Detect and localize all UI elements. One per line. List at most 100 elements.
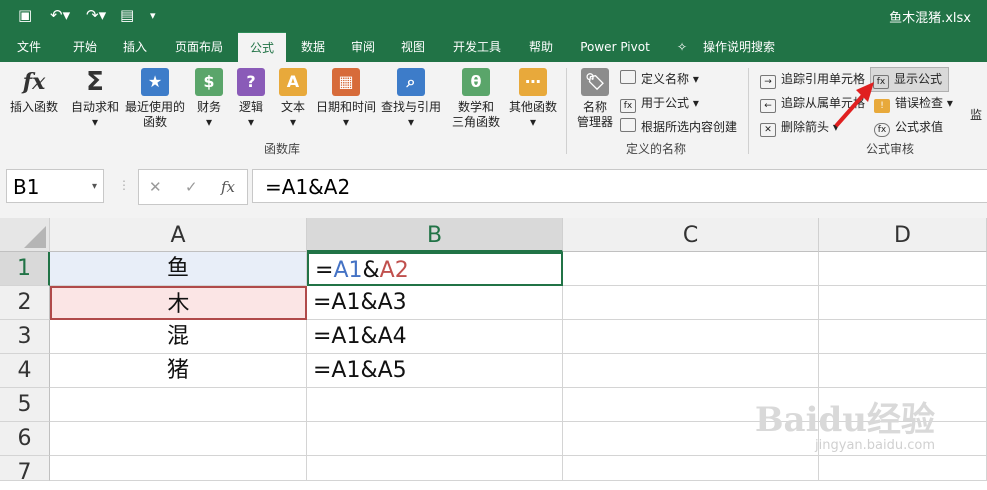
use-in-formula-icon: fx	[620, 99, 636, 113]
row-header[interactable]: 4	[0, 354, 50, 388]
row-header[interactable]: 1	[0, 252, 50, 286]
title-bar: ▣ ↶▾ ↷▾ ▤ ▾ 鱼木混猪.xlsx	[0, 0, 987, 32]
tab-power-pivot[interactable]: Power Pivot	[574, 32, 656, 62]
tab-file[interactable]: 文件	[6, 32, 52, 62]
more-functions-icon: ⋯	[519, 68, 547, 96]
define-name-icon	[620, 70, 636, 84]
financial-button[interactable]: $ 财务 ▾	[190, 68, 228, 130]
row-header[interactable]: 5	[0, 388, 50, 422]
create-from-selection-button[interactable]: 根据所选内容创建	[620, 118, 737, 135]
cell-a4[interactable]: 猪	[50, 354, 307, 388]
select-all-corner[interactable]	[0, 218, 50, 252]
column-header-c[interactable]: C	[563, 218, 819, 252]
formula-bar: B1 ▾ ⋮ ✕ ✓ fx =A1&A2	[0, 158, 987, 218]
formula-bar-grip-icon: ⋮	[118, 178, 130, 192]
remove-arrows-button[interactable]: ✕ 删除箭头 ▾	[760, 118, 839, 137]
cell[interactable]	[819, 320, 987, 354]
tab-help[interactable]: 帮助	[518, 32, 564, 62]
red-arrow-annotation	[834, 82, 874, 128]
cell-b1-active[interactable]: =A1&A2	[307, 252, 563, 286]
cell[interactable]	[563, 320, 819, 354]
logical-button[interactable]: ? 逻辑 ▾	[232, 68, 270, 130]
lookup-button[interactable]: ⌕ 查找与引用 ▾	[380, 68, 442, 130]
cell-a1[interactable]: 鱼	[50, 252, 307, 286]
text-a-icon: A	[279, 68, 307, 96]
more-functions-button[interactable]: ⋯ 其他函数 ▾	[506, 68, 560, 130]
name-box[interactable]: B1 ▾	[6, 169, 104, 203]
cell[interactable]	[50, 422, 307, 456]
cell[interactable]	[50, 456, 307, 481]
insert-function-button[interactable]: fx 插入函数	[6, 68, 62, 115]
cell-a2-referenced[interactable]: 木	[50, 286, 307, 320]
cell[interactable]	[563, 456, 819, 481]
remove-arrows-icon: ✕	[760, 123, 776, 137]
cell[interactable]	[819, 354, 987, 388]
name-manager-button[interactable]: 🏷 名称 管理器	[572, 68, 618, 130]
autosum-button[interactable]: Σ 自动求和 ▾	[68, 68, 122, 130]
math-trig-button[interactable]: θ 数学和 三角函数	[446, 68, 506, 130]
calendar-icon: ▦	[332, 68, 360, 96]
row-header[interactable]: 7	[0, 456, 50, 485]
cancel-icon[interactable]: ✕	[149, 170, 162, 204]
cell[interactable]	[819, 286, 987, 320]
group-label-defined-names: 定义的名称	[626, 142, 687, 156]
tab-developer[interactable]: 开发工具	[444, 32, 510, 62]
cell[interactable]	[307, 422, 563, 456]
ribbon-tabs: 文件 开始 插入 页面布局 公式 数据 审阅 视图 开发工具 帮助 Power …	[0, 32, 987, 63]
ribbon-divider	[748, 68, 749, 154]
watch-window-button[interactable]: 监	[970, 106, 982, 123]
column-header-a[interactable]: A	[50, 218, 307, 252]
cell-b2[interactable]: =A1&A3	[307, 286, 563, 320]
tell-me-search[interactable]: 操作说明搜索	[696, 32, 782, 62]
customize-qat-icon[interactable]: ▾	[150, 9, 156, 22]
error-checking-button[interactable]: ! 错误检查 ▾	[874, 94, 953, 113]
group-label-formula-auditing: 公式审核	[866, 142, 915, 156]
recent-functions-button[interactable]: ★ 最近使用的 函数	[122, 68, 188, 130]
cell[interactable]	[819, 252, 987, 286]
cell-a3[interactable]: 混	[50, 320, 307, 354]
cell-b3[interactable]: =A1&A4	[307, 320, 563, 354]
cell[interactable]	[50, 388, 307, 422]
redo-icon[interactable]: ↷▾	[86, 6, 106, 24]
show-formulas-button[interactable]: fx 显示公式	[870, 67, 950, 92]
formula-input[interactable]: =A1&A2	[252, 169, 987, 203]
magnifier-icon: ⌕	[397, 68, 425, 96]
tab-review[interactable]: 审阅	[340, 32, 386, 62]
column-header-b[interactable]: B	[307, 218, 563, 252]
cell-b4[interactable]: =A1&A5	[307, 354, 563, 388]
name-box-dropdown-icon[interactable]: ▾	[92, 170, 97, 204]
datetime-button[interactable]: ▦ 日期和时间 ▾	[314, 68, 378, 130]
cell[interactable]	[307, 388, 563, 422]
row-header[interactable]: 6	[0, 422, 50, 456]
cell[interactable]	[307, 456, 563, 481]
tab-insert[interactable]: 插入	[112, 32, 158, 62]
theta-icon: θ	[462, 68, 490, 96]
cell[interactable]	[563, 252, 819, 286]
column-header-d[interactable]: D	[819, 218, 987, 252]
enter-icon[interactable]: ✓	[185, 170, 198, 204]
form-icon[interactable]: ▤	[120, 6, 134, 24]
cell[interactable]	[819, 456, 987, 481]
tab-data[interactable]: 数据	[290, 32, 336, 62]
define-name-button[interactable]: 定义名称 ▾	[620, 70, 699, 87]
row-header[interactable]: 2	[0, 286, 50, 320]
cell[interactable]	[563, 286, 819, 320]
coins-icon: $	[195, 68, 223, 96]
insert-function-icon[interactable]: fx	[221, 170, 235, 204]
worksheet-grid: A B C D 1 鱼 =A1&A2 2 木 =A1&A3 3 混 =A1&A4…	[0, 218, 987, 485]
save-icon[interactable]: ▣	[18, 6, 32, 24]
row-header[interactable]: 3	[0, 320, 50, 354]
star-icon: ★	[141, 68, 169, 96]
tab-home[interactable]: 开始	[62, 32, 108, 62]
tab-view[interactable]: 视图	[390, 32, 436, 62]
cell[interactable]	[563, 354, 819, 388]
ribbon-divider	[566, 68, 567, 154]
undo-icon[interactable]: ↶▾	[50, 6, 70, 24]
tab-formulas[interactable]: 公式	[238, 32, 286, 63]
use-in-formula-button[interactable]: fx 用于公式 ▾	[620, 94, 699, 113]
name-tags-icon: 🏷	[581, 68, 609, 96]
baidu-watermark-url: jingyan.baidu.com	[815, 438, 935, 453]
evaluate-formula-button[interactable]: fx 公式求值	[874, 118, 943, 137]
text-button[interactable]: A 文本 ▾	[274, 68, 312, 130]
tab-page-layout[interactable]: 页面布局	[164, 32, 234, 62]
